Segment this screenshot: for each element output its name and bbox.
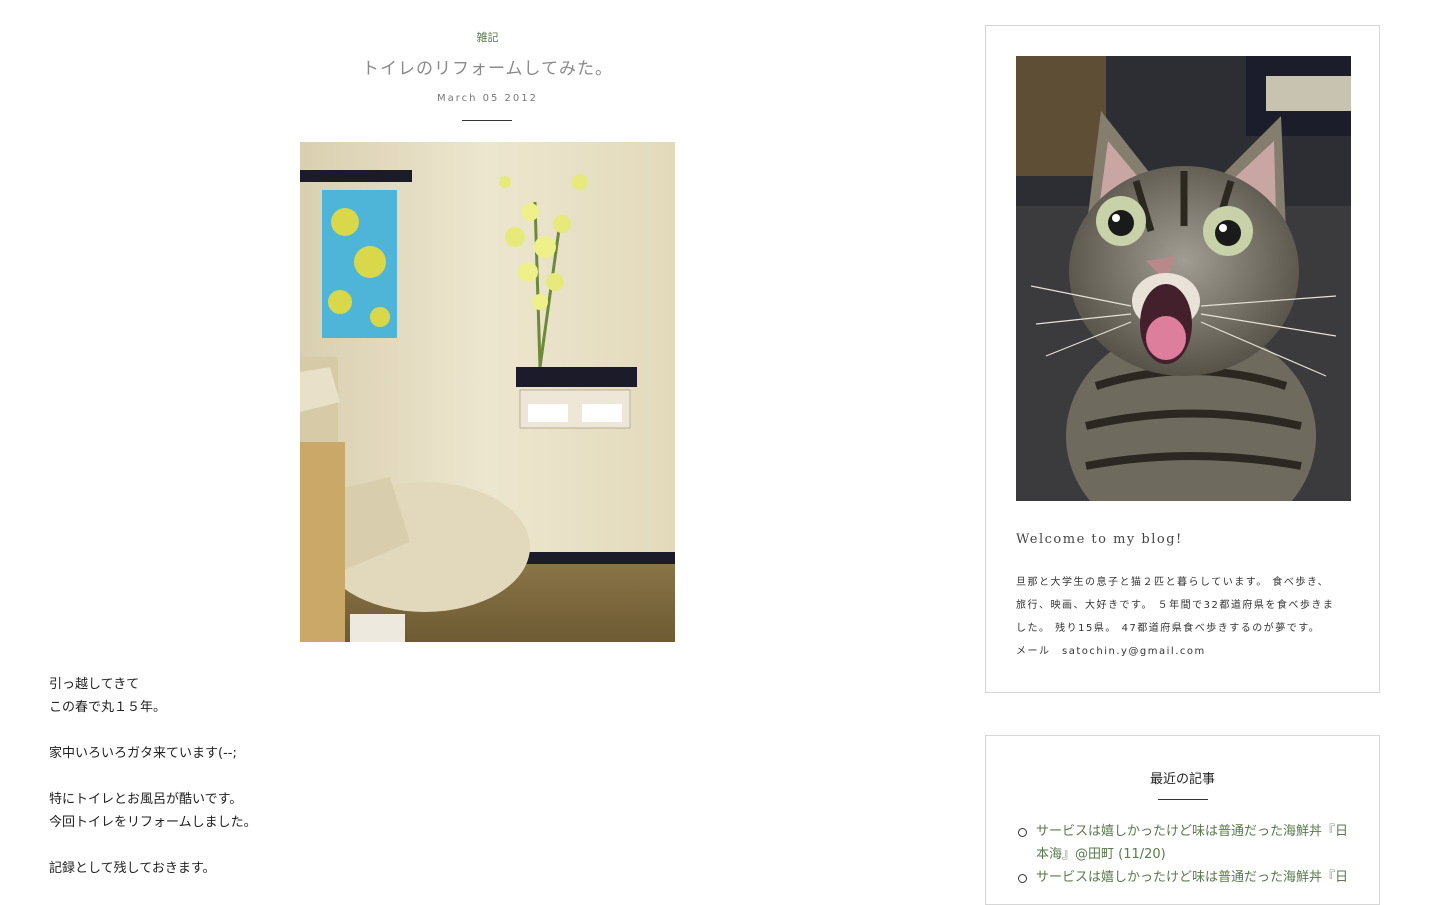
recent-post-item: サービスは嬉しかったけど味は普通だった海鮮丼『日 本海』@田町 (11/20) — [1018, 820, 1376, 866]
blog-post: 雑記 トイレのリフォームしてみた。 March 05 2012 引っ越してきて … — [0, 0, 975, 889]
post-date: March 05 2012 — [436, 93, 538, 104]
recent-posts-list: サービスは嬉しかったけど味は普通だった海鮮丼『日 本海』@田町 (11/20) サ… — [1016, 820, 1376, 889]
recent-post-link[interactable]: サービスは嬉しかったけど味は普通だった海鮮丼『日 本海』@田町 (11/20) — [1036, 824, 1348, 862]
post-body-line: この春で丸１５年。 — [49, 700, 167, 715]
recent-post-link-text: サービスは嬉しかったけど味は普通だった海鮮丼『日 — [1036, 870, 1349, 885]
title-divider — [462, 120, 512, 121]
about-email-line: メール satochin.y@gmail.com — [1016, 646, 1206, 657]
bullet-icon — [1018, 874, 1027, 883]
toilet-photo — [300, 142, 675, 642]
about-text-line: 旦那と大学生の息子と猫２匹と暮らしています。 食べ歩き、 — [1016, 577, 1330, 588]
recent-posts-heading: 最近の記事 — [1149, 772, 1215, 787]
recent-divider — [1158, 799, 1208, 800]
post-body-line: 今回トイレをリフォームしました。 — [49, 815, 257, 830]
post-body-line: 特にトイレとお風呂が酷いです。 — [49, 792, 243, 807]
post-body-line: 家中いろいろガタ来ています(--; — [49, 746, 237, 761]
recent-post-link-text: サービスは嬉しかったけど味は普通だった海鮮丼『日 — [1036, 824, 1349, 839]
recent-posts-widget: 最近の記事 サービスは嬉しかったけど味は普通だった海鮮丼『日 本海』@田町 (11… — [985, 735, 1380, 905]
recent-post-link[interactable]: サービスは嬉しかったけど味は普通だった海鮮丼『日 — [1036, 870, 1348, 885]
recent-post-item: サービスは嬉しかったけど味は普通だった海鮮丼『日 — [1018, 866, 1376, 889]
post-category-link[interactable]: 雑記 — [0, 29, 975, 45]
about-heading: Welcome to my blog! — [1016, 532, 1183, 547]
post-body-line — [49, 765, 929, 788]
about-text-line: した。 残り15県。 47都道府県食べ歩きするのが夢です。 — [1016, 623, 1321, 634]
post-title: トイレのリフォームしてみた。 — [362, 59, 613, 79]
about-widget: Welcome to my blog! 旦那と大学生の息子と猫２匹と暮らしていま… — [985, 25, 1380, 693]
about-text: 旦那と大学生の息子と猫２匹と暮らしています。 食べ歩き、 旅行、映画、大好きです… — [1016, 571, 1356, 663]
recent-post-link-text: 本海』@田町 (11/20) — [1036, 847, 1166, 862]
cat-photo — [1016, 56, 1351, 501]
post-body: 引っ越してきて この春で丸１５年。 家中いろいろガタ来ています(--; 特にトイ… — [49, 673, 929, 880]
bullet-icon — [1018, 828, 1027, 837]
about-text-line: 旅行、映画、大好きです。 ５年間で32都道府県を食べ歩きま — [1016, 600, 1335, 611]
post-body-line — [49, 834, 929, 857]
post-body-line: 記録として残しておきます。 — [49, 861, 216, 876]
post-body-line: 引っ越してきて — [49, 677, 140, 692]
post-body-line — [49, 719, 929, 742]
